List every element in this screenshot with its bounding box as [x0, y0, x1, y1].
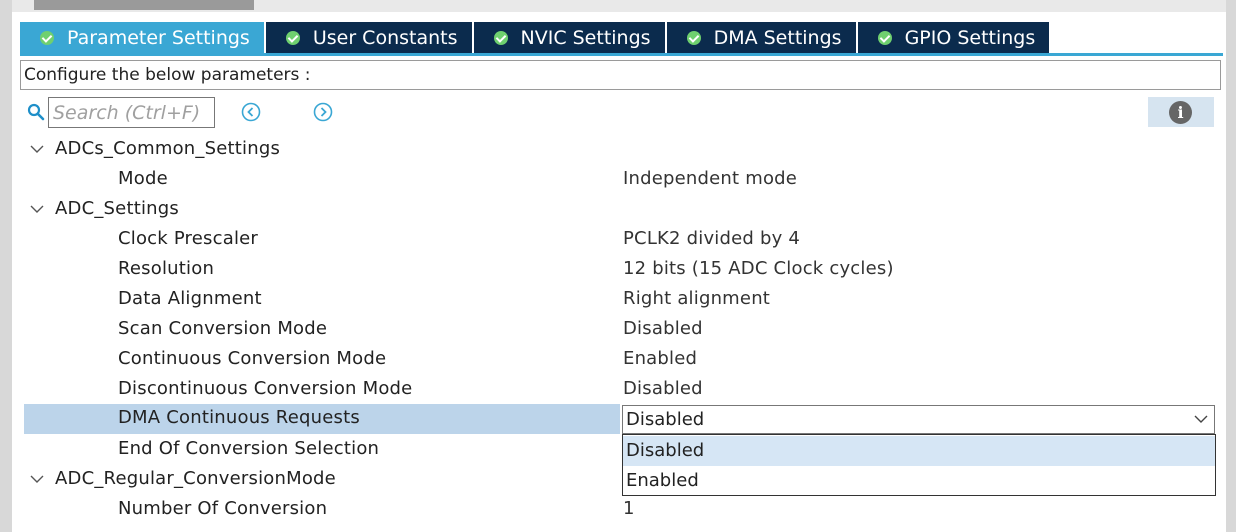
param-value: PCLK2 divided by 4: [623, 228, 801, 249]
tab-label: User Constants: [312, 26, 458, 49]
param-row-mode[interactable]: Mode Independent mode: [24, 165, 1215, 195]
tab-gpio-settings[interactable]: GPIO Settings: [857, 22, 1052, 53]
left-frame-border: [0, 0, 12, 532]
param-label: Data Alignment: [118, 288, 262, 309]
param-value: 1: [623, 498, 635, 519]
param-label: Scan Conversion Mode: [118, 318, 328, 339]
tab-label: Parameter Settings: [67, 26, 250, 49]
param-label: Clock Prescaler: [118, 228, 259, 249]
option-label: Disabled: [626, 440, 705, 461]
chevron-down-icon[interactable]: [29, 471, 45, 487]
param-value: Disabled: [623, 378, 703, 399]
param-row-continuous-conversion-mode[interactable]: Continuous Conversion Mode Enabled: [24, 345, 1215, 375]
param-label: Continuous Conversion Mode: [118, 348, 387, 369]
info-button[interactable]: i: [1148, 97, 1214, 127]
previous-circle-icon[interactable]: [241, 102, 261, 122]
dma-continuous-requests-select[interactable]: Disabled: [622, 405, 1215, 434]
config-description: Configure the below parameters :: [20, 60, 1221, 90]
group-label: ADC_Settings: [55, 198, 179, 219]
tab-dma-settings[interactable]: DMA Settings: [666, 22, 858, 53]
param-row-resolution[interactable]: Resolution 12 bits (15 ADC Clock cycles): [24, 255, 1215, 285]
param-label: End Of Conversion Selection: [118, 438, 380, 459]
dropdown-option-disabled[interactable]: Disabled: [623, 436, 1215, 466]
option-label: Enabled: [626, 470, 699, 491]
top-toolbar-button[interactable]: [34, 0, 254, 10]
param-value: Independent mode: [623, 168, 798, 189]
chevron-down-icon[interactable]: [1194, 414, 1208, 424]
tab-underline: [20, 53, 1223, 56]
dropdown-option-enabled[interactable]: Enabled: [623, 466, 1215, 496]
param-row-scan-conversion-mode[interactable]: Scan Conversion Mode Disabled: [24, 315, 1215, 345]
param-label: Mode: [118, 168, 168, 189]
info-icon: i: [1169, 101, 1192, 124]
param-value: Right alignment: [623, 288, 771, 309]
check-circle-icon: [493, 30, 508, 45]
check-circle-icon: [285, 30, 300, 45]
check-circle-icon: [686, 30, 701, 45]
param-row-data-alignment[interactable]: Data Alignment Right alignment: [24, 285, 1215, 315]
chevron-down-icon[interactable]: [29, 201, 45, 217]
param-label: Number Of Conversion: [118, 498, 328, 519]
param-row-dma-continuous-requests[interactable]: DMA Continuous Requests: [24, 404, 620, 434]
param-value: 12 bits (15 ADC Clock cycles): [623, 258, 894, 279]
tab-label: GPIO Settings: [904, 26, 1036, 49]
param-label: Resolution: [118, 258, 215, 279]
param-label: DMA Continuous Requests: [118, 407, 360, 428]
check-circle-icon: [877, 30, 892, 45]
next-circle-icon[interactable]: [313, 102, 333, 122]
tab-user-constants[interactable]: User Constants: [265, 22, 474, 53]
tab-nvic-settings[interactable]: NVIC Settings: [473, 22, 667, 53]
param-row-clock-prescaler[interactable]: Clock Prescaler PCLK2 divided by 4: [24, 225, 1215, 255]
param-value: Enabled: [623, 348, 698, 369]
group-label: ADC_Regular_ConversionMode: [55, 468, 336, 489]
search-icon[interactable]: [27, 103, 45, 121]
settings-tab-bar: Parameter Settings User Constants NVIC S…: [20, 22, 1052, 53]
search-input[interactable]: [48, 97, 215, 128]
param-row-discontinuous-conversion-mode[interactable]: Discontinuous Conversion Mode Disabled: [24, 375, 1215, 405]
right-scrollbar[interactable]: [1226, 0, 1236, 532]
dropdown-list: Disabled Enabled: [622, 434, 1216, 496]
group-label: ADCs_Common_Settings: [55, 138, 281, 159]
param-label: Discontinuous Conversion Mode: [118, 378, 413, 399]
tab-label: DMA Settings: [713, 26, 842, 49]
group-adc-settings[interactable]: ADC_Settings: [24, 195, 1215, 225]
param-row-number-of-conversion[interactable]: Number Of Conversion 1: [24, 495, 1215, 525]
tab-label: NVIC Settings: [520, 26, 651, 49]
tab-parameter-settings[interactable]: Parameter Settings: [20, 22, 266, 53]
check-circle-icon: [40, 30, 54, 45]
param-value: Disabled: [623, 318, 703, 339]
group-adcs-common-settings[interactable]: ADCs_Common_Settings: [24, 135, 1215, 165]
select-value: Disabled: [626, 409, 705, 430]
chevron-down-icon[interactable]: [29, 141, 45, 157]
